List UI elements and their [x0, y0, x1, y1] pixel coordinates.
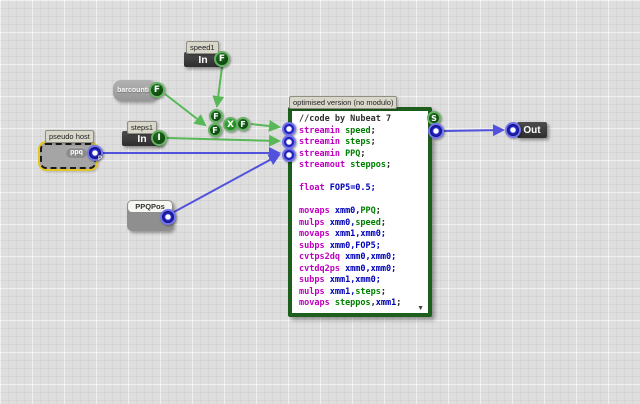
- code-line: streamin steps;: [299, 137, 426, 149]
- code-line: float FOP5=0.5;: [299, 183, 426, 195]
- steps1-int-output-connector[interactable]: I: [151, 130, 167, 146]
- code-input-speed-connector[interactable]: [282, 122, 296, 136]
- wire-multiply-to-code-speed[interactable]: [251, 124, 279, 127]
- assembler-code-editor[interactable]: //code by Nubeat 7streamin speed;streami…: [288, 107, 432, 317]
- code-line: cvtps2dq xmm0,xmm0;: [299, 252, 426, 264]
- pseudo-host-title-label: pseudo host: [45, 130, 94, 143]
- code-line: streamin speed;: [299, 126, 426, 138]
- speed1-title-label: speed1: [186, 41, 219, 54]
- barcount-node-label: barcounti..: [117, 87, 153, 94]
- wire-code-to-out[interactable]: [444, 130, 503, 131]
- steps1-in-text: In: [137, 133, 146, 145]
- multiply-output-connector[interactable]: F: [236, 117, 250, 131]
- multiply-input2-connector[interactable]: F: [208, 123, 222, 137]
- codebox-title-label: optimised version (no modulo): [289, 96, 397, 109]
- code-input-ppq-connector[interactable]: [282, 148, 296, 162]
- code-line: movaps xmm1,xmm0;: [299, 229, 426, 241]
- speed1-float-output-connector[interactable]: F: [214, 51, 230, 67]
- wire-barcount-to-multiply[interactable]: [165, 94, 205, 125]
- code-line: movaps steppos,xmm1;: [299, 298, 426, 310]
- out-node-text: Out: [523, 125, 540, 136]
- code-line: //code by Nubeat 7: [299, 114, 426, 126]
- scroll-down-arrow[interactable]: ▼: [417, 305, 424, 312]
- patch-canvas[interactable]: speed1 In F barcounti.. F steps1 In I ps…: [0, 0, 640, 404]
- code-line: subps xmm1,xmm0;: [299, 275, 426, 287]
- code-lines: //code by Nubeat 7streamin speed;streami…: [292, 111, 428, 310]
- code-line: [299, 195, 426, 207]
- speed1-in-text: In: [198, 54, 207, 66]
- code-line: mulps xmm1,steps;: [299, 287, 426, 299]
- out-node[interactable]: Out: [517, 122, 547, 138]
- code-line: streamout steppos;: [299, 160, 426, 172]
- code-stream-output-connector[interactable]: [428, 123, 444, 139]
- barcount-float-output-connector[interactable]: F: [149, 82, 165, 98]
- code-line: cvtdq2ps xmm0,xmm0;: [299, 264, 426, 276]
- out-stream-input-connector[interactable]: [505, 122, 521, 138]
- wire-steps1-to-code-steps[interactable]: [167, 138, 279, 141]
- wire-ppqpos-to-code-ppq[interactable]: [174, 155, 279, 212]
- code-input-steps-connector[interactable]: [282, 135, 296, 149]
- code-line: mulps xmm0,speed;: [299, 218, 426, 230]
- code-line: streamin PPQ;: [299, 149, 426, 161]
- ppqpos-stream-output-connector[interactable]: [160, 209, 176, 225]
- multiply-input1-connector[interactable]: F: [209, 109, 223, 123]
- code-line: subps xmm0,FOP5;: [299, 241, 426, 253]
- wire-speed1-to-multiply[interactable]: [217, 67, 222, 106]
- pseudo-host-connector-tag: P: [98, 156, 102, 162]
- pseudo-host-value[interactable]: ppq: [66, 147, 87, 158]
- code-line: [299, 172, 426, 184]
- code-line: movaps xmm0,PPQ;: [299, 206, 426, 218]
